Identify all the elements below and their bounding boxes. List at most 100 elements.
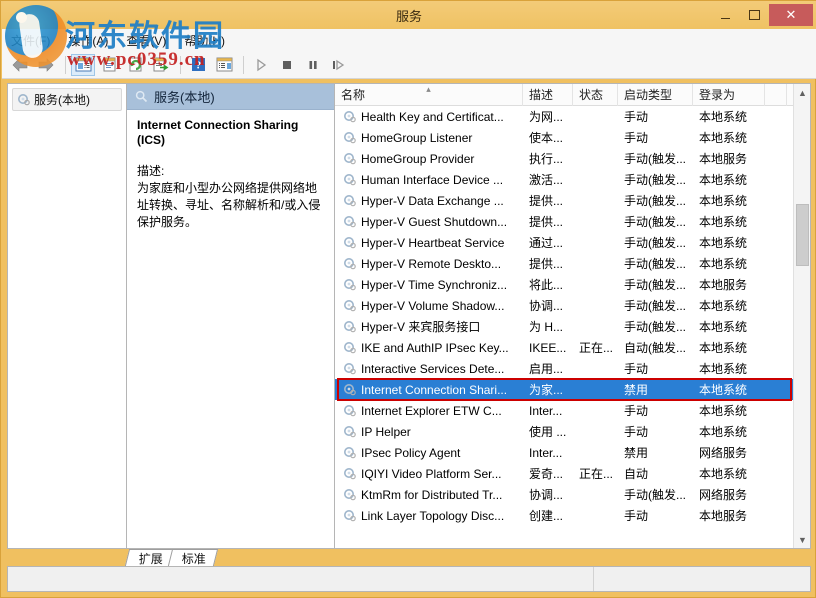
column-header-blank[interactable] — [765, 84, 787, 106]
show-tree-button[interactable] — [71, 54, 95, 76]
cell-logon: 本地系统 — [693, 297, 765, 314]
restart-service-button[interactable] — [327, 54, 351, 76]
refresh-icon — [128, 57, 143, 72]
table-row[interactable]: HomeGroup Listener使本...手动本地系统 — [335, 127, 793, 148]
cell-desc: 激活... — [523, 171, 573, 188]
show-action-pane-button[interactable] — [212, 54, 236, 76]
help-button[interactable]: ? — [186, 54, 210, 76]
table-row[interactable]: Hyper-V Heartbeat Service通过...手动(触发...本地… — [335, 232, 793, 253]
description-text: 为家庭和小型办公网络提供网络地址转换、寻址、名称解析和/或入侵保护服务。 — [137, 180, 324, 231]
help-icon: ? — [191, 57, 206, 72]
cell-startup: 手动(触发... — [618, 486, 693, 503]
cell-name: Hyper-V Remote Deskto... — [335, 257, 523, 271]
start-service-icon — [254, 58, 268, 72]
service-name-label: Human Interface Device ... — [361, 173, 503, 187]
table-row[interactable]: IQIYI Video Platform Ser...爱奇...正在...自动本… — [335, 463, 793, 484]
service-name-label: Hyper-V Heartbeat Service — [361, 236, 504, 250]
service-name-label: Health Key and Certificat... — [361, 110, 504, 124]
table-row[interactable]: Hyper-V Data Exchange ...提供...手动(触发...本地… — [335, 190, 793, 211]
menu-help[interactable]: 帮助(H) — [175, 30, 234, 51]
column-header-登录为[interactable]: 登录为 — [693, 84, 765, 106]
cell-desc: 为网... — [523, 108, 573, 125]
table-row[interactable]: Hyper-V 来宾服务接口为 H...手动(触发...本地系统 — [335, 316, 793, 337]
cell-name: Hyper-V Heartbeat Service — [335, 236, 523, 250]
scrollbar-thumb[interactable] — [796, 204, 809, 266]
column-header-启动类型[interactable]: 启动类型 — [618, 84, 693, 106]
cell-name: Health Key and Certificat... — [335, 110, 523, 124]
menu-action[interactable]: 操作(A) — [59, 30, 117, 51]
minimize-icon — [721, 18, 730, 19]
table-row[interactable]: Health Key and Certificat...为网...手动本地系统 — [335, 106, 793, 127]
maximize-button[interactable] — [740, 4, 769, 26]
table-row[interactable]: Hyper-V Guest Shutdown...提供...手动(触发...本地… — [335, 211, 793, 232]
tab-standard[interactable]: 标准 — [168, 549, 218, 566]
table-row[interactable]: Internet Connection Shari...为家...禁用本地系统 — [335, 379, 793, 400]
table-row[interactable]: IKE and AuthIP IPsec Key...IKEE...正在...自… — [335, 337, 793, 358]
table-row[interactable]: Human Interface Device ...激活...手动(触发...本… — [335, 169, 793, 190]
table-row[interactable]: IP Helper使用 ...手动本地系统 — [335, 421, 793, 442]
service-gear-icon — [343, 257, 356, 270]
properties-button[interactable] — [97, 54, 121, 76]
table-row[interactable]: Internet Explorer ETW C...Inter...手动本地系统 — [335, 400, 793, 421]
service-name-label: Hyper-V Volume Shadow... — [361, 299, 504, 313]
column-header-描述[interactable]: 描述 — [523, 84, 573, 106]
menu-view[interactable]: 查看(V) — [117, 30, 175, 51]
refresh-button[interactable] — [123, 54, 147, 76]
service-gear-icon — [343, 362, 356, 375]
list-vertical-scrollbar[interactable]: ▲ ▼ — [793, 84, 810, 548]
back-button[interactable] — [8, 54, 32, 76]
cell-desc: 提供... — [523, 255, 573, 272]
menu-file[interactable]: 文件(F) — [2, 30, 59, 51]
start-service-button[interactable] — [249, 54, 273, 76]
service-name-label: IKE and AuthIP IPsec Key... — [361, 341, 509, 355]
table-row[interactable]: Hyper-V Time Synchroniz...将此...手动(触发...本… — [335, 274, 793, 295]
column-header-状态[interactable]: 状态 — [573, 84, 618, 106]
cell-name: HomeGroup Listener — [335, 131, 523, 145]
minimize-button[interactable] — [711, 4, 740, 26]
pause-service-icon — [306, 58, 320, 72]
cell-desc: 执行... — [523, 150, 573, 167]
forward-button[interactable] — [34, 54, 58, 76]
show-tree-icon — [75, 57, 92, 72]
cell-startup: 手动 — [618, 108, 693, 125]
cell-name: Hyper-V 来宾服务接口 — [335, 318, 523, 335]
cell-name: Interactive Services Dete... — [335, 362, 523, 376]
table-row[interactable]: Hyper-V Remote Deskto...提供...手动(触发...本地系… — [335, 253, 793, 274]
cell-startup: 禁用 — [618, 381, 693, 398]
tree-item-services-local[interactable]: 服务(本地) — [12, 88, 122, 111]
service-name-label: Hyper-V Guest Shutdown... — [361, 215, 507, 229]
cell-name: Hyper-V Guest Shutdown... — [335, 215, 523, 229]
column-header-名称[interactable]: 名称▴ — [335, 84, 523, 106]
cell-desc: 协调... — [523, 297, 573, 314]
export-list-button[interactable] — [149, 54, 173, 76]
service-gear-icon — [343, 425, 356, 438]
stop-service-button[interactable] — [275, 54, 299, 76]
column-header-label: 描述 — [529, 86, 553, 103]
service-name-label: Internet Explorer ETW C... — [361, 404, 502, 418]
table-row[interactable]: Link Layer Topology Disc...创建...手动本地服务 — [335, 505, 793, 526]
cell-name: Internet Explorer ETW C... — [335, 404, 523, 418]
close-button[interactable]: ✕ — [769, 4, 813, 26]
cell-logon: 本地系统 — [693, 360, 765, 377]
service-gear-icon — [17, 93, 30, 106]
cell-status: 正在... — [573, 339, 618, 356]
cell-status: 正在... — [573, 465, 618, 482]
table-row[interactable]: HomeGroup Provider执行...手动(触发...本地服务 — [335, 148, 793, 169]
back-icon — [11, 58, 29, 72]
table-row[interactable]: KtmRm for Distributed Tr...协调...手动(触发...… — [335, 484, 793, 505]
table-row[interactable]: Hyper-V Volume Shadow...协调...手动(触发...本地系… — [335, 295, 793, 316]
scroll-up-button[interactable]: ▲ — [794, 84, 810, 101]
service-gear-icon — [343, 488, 356, 501]
service-gear-icon — [343, 404, 356, 417]
cell-name: Hyper-V Data Exchange ... — [335, 194, 523, 208]
cell-startup: 手动 — [618, 402, 693, 419]
scroll-down-button[interactable]: ▼ — [794, 531, 810, 548]
svg-text:?: ? — [195, 60, 201, 72]
pause-service-button[interactable] — [301, 54, 325, 76]
services-list: 名称▴ 描述 状态启动类型登录为 Health Key and Certificat… — [335, 84, 810, 548]
table-row[interactable]: IPsec Policy AgentInter...禁用网络服务 — [335, 442, 793, 463]
cell-logon: 网络服务 — [693, 486, 765, 503]
service-gear-icon — [343, 236, 356, 249]
show-action-pane-icon — [216, 57, 233, 72]
table-row[interactable]: Interactive Services Dete...启用...手动本地系统 — [335, 358, 793, 379]
